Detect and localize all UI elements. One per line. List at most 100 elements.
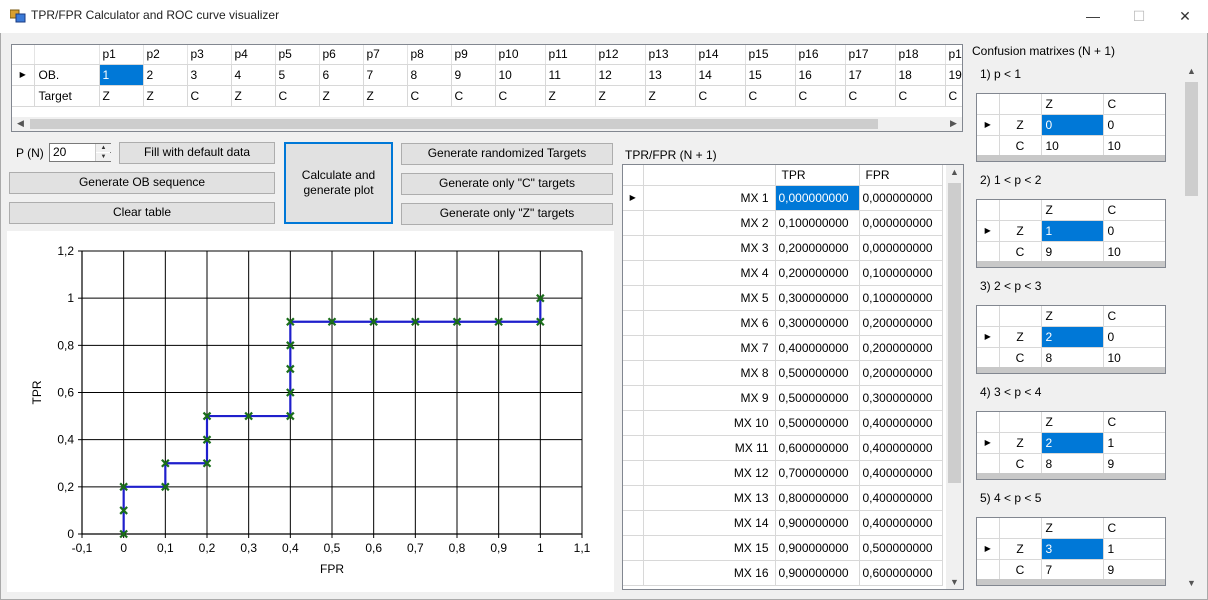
table-cell[interactable]: 10 <box>1103 347 1165 369</box>
table-cell[interactable]: 0 <box>1041 114 1104 136</box>
confusion-vscrollbar[interactable]: ▲ ▼ <box>1183 62 1200 592</box>
grid-cell[interactable]: Z <box>231 85 276 107</box>
table-cell[interactable]: 0,300000000 <box>859 385 943 411</box>
scroll-right-icon[interactable]: ▶ <box>945 118 962 129</box>
generate-random-targets-button[interactable]: Generate randomized Targets <box>401 143 613 165</box>
table-cell[interactable]: 10 <box>1103 241 1165 263</box>
table-cell[interactable]: 1 <box>1103 538 1165 560</box>
table-cell[interactable]: 0 <box>1103 326 1165 348</box>
table-cell[interactable]: 8 <box>1041 347 1104 369</box>
grid-cell[interactable]: 10 <box>495 64 546 86</box>
grid-cell[interactable]: Z <box>99 85 144 107</box>
scroll-up-icon[interactable]: ▲ <box>946 167 963 177</box>
scroll-down-icon[interactable]: ▼ <box>946 577 963 587</box>
grid-cell[interactable]: 11 <box>545 64 596 86</box>
column-header[interactable]: C <box>1103 94 1165 115</box>
grid-cell[interactable]: 4 <box>231 64 276 86</box>
table-cell[interactable]: 0,000000000 <box>859 210 943 236</box>
table-cell[interactable]: 2 <box>1041 432 1104 454</box>
grid-cell[interactable]: 16 <box>795 64 846 86</box>
grid-cell[interactable]: 8 <box>407 64 452 86</box>
table-cell[interactable]: 9 <box>1103 559 1165 581</box>
table-cell[interactable]: 0,400000000 <box>859 460 943 486</box>
grid-cell[interactable]: 12 <box>595 64 646 86</box>
grid-cell[interactable]: Z <box>545 85 596 107</box>
column-header[interactable]: p13 <box>645 45 696 65</box>
table-cell[interactable]: 0,400000000 <box>859 485 943 511</box>
spin-up-icon[interactable]: ▲ <box>96 144 111 152</box>
grid-cell[interactable]: 9 <box>451 64 496 86</box>
table-cell[interactable]: 0,000000000 <box>859 235 943 261</box>
fill-default-button[interactable]: Fill with default data <box>119 142 275 164</box>
column-header[interactable]: C <box>1103 306 1165 327</box>
table-cell[interactable]: 0,600000000 <box>775 435 860 461</box>
table-cell[interactable]: 0,900000000 <box>775 560 860 586</box>
grid-cell[interactable]: 3 <box>187 64 232 86</box>
spin-down-icon[interactable]: ▼ <box>96 153 111 161</box>
column-header[interactable]: p6 <box>319 45 364 65</box>
table-cell[interactable]: 0,100000000 <box>859 285 943 311</box>
grid-cell[interactable]: 18 <box>895 64 946 86</box>
table-cell[interactable]: 0,300000000 <box>775 285 860 311</box>
clear-table-button[interactable]: Clear table <box>9 202 275 224</box>
scroll-thumb[interactable] <box>948 183 961 483</box>
table-cell[interactable]: 0,200000000 <box>859 335 943 361</box>
column-header[interactable]: p10 <box>495 45 546 65</box>
column-header[interactable]: p1 <box>945 45 962 65</box>
grid-cell[interactable]: C <box>275 85 320 107</box>
grid-cell[interactable]: C <box>451 85 496 107</box>
confusion-matrix-grid[interactable]: Z C ▶ Z 1 0 C 9 10 <box>976 199 1166 268</box>
table-cell[interactable]: 1 <box>1103 432 1165 454</box>
grid-cell[interactable]: 2 <box>143 64 188 86</box>
column-header[interactable]: Z <box>1041 306 1104 327</box>
grid-cell[interactable]: Z <box>363 85 408 107</box>
column-header[interactable]: C <box>1103 518 1165 539</box>
column-header[interactable]: p4 <box>231 45 276 65</box>
scroll-thumb[interactable] <box>1185 82 1198 196</box>
grid-cell[interactable]: C <box>187 85 232 107</box>
column-header[interactable]: Z <box>1041 412 1104 433</box>
table-cell[interactable]: 10 <box>1041 135 1104 157</box>
table-cell[interactable]: 0,500000000 <box>859 535 943 561</box>
grid-cell[interactable]: C <box>695 85 746 107</box>
table-cell[interactable]: 0,200000000 <box>775 235 860 261</box>
table-cell[interactable]: 2 <box>1041 326 1104 348</box>
table-cell[interactable]: 0,400000000 <box>775 335 860 361</box>
grid-cell[interactable]: 13 <box>645 64 696 86</box>
grid-cell[interactable]: 19 <box>945 64 962 86</box>
grid-cell[interactable]: 15 <box>745 64 796 86</box>
column-header[interactable]: p12 <box>595 45 646 65</box>
table-cell[interactable]: 0,700000000 <box>775 460 860 486</box>
table-cell[interactable]: 7 <box>1041 559 1104 581</box>
close-button[interactable]: ✕ <box>1162 0 1208 33</box>
confusion-matrix-grid[interactable]: Z C ▶ Z 2 0 C 8 10 <box>976 305 1166 374</box>
grid-cell[interactable]: C <box>945 85 962 107</box>
table-cell[interactable]: 1 <box>1041 220 1104 242</box>
table-cell[interactable]: 0,100000000 <box>775 210 860 236</box>
column-header[interactable]: p17 <box>845 45 896 65</box>
column-header[interactable]: p1 <box>99 45 144 65</box>
scroll-thumb[interactable] <box>30 119 878 129</box>
generate-z-targets-button[interactable]: Generate only "Z" targets <box>401 203 613 225</box>
column-header[interactable]: p11 <box>545 45 596 65</box>
grid-cell[interactable]: Z <box>143 85 188 107</box>
grid-cell[interactable]: C <box>845 85 896 107</box>
table-cell[interactable]: 0 <box>1103 220 1165 242</box>
table-cell[interactable]: 10 <box>1103 135 1165 157</box>
generate-ob-button[interactable]: Generate OB sequence <box>9 172 275 194</box>
table-cell[interactable]: 0,200000000 <box>775 260 860 286</box>
column-header[interactable]: C <box>1103 412 1165 433</box>
table-cell[interactable]: 0,500000000 <box>775 410 860 436</box>
maximize-button[interactable]: ☐ <box>1116 0 1162 33</box>
grid-cell[interactable]: 14 <box>695 64 746 86</box>
tpr-fpr-vscrollbar[interactable]: ▲ ▼ <box>946 165 963 589</box>
table-cell[interactable]: 0,200000000 <box>859 310 943 336</box>
grid-cell[interactable]: 6 <box>319 64 364 86</box>
table-cell[interactable]: 0,000000000 <box>775 185 860 211</box>
table-cell[interactable]: 8 <box>1041 453 1104 475</box>
table-cell[interactable]: 3 <box>1041 538 1104 560</box>
table-cell[interactable]: 0,300000000 <box>775 310 860 336</box>
table-cell[interactable]: 0,400000000 <box>859 410 943 436</box>
column-header[interactable]: Z <box>1041 200 1104 221</box>
column-header[interactable]: p2 <box>143 45 188 65</box>
